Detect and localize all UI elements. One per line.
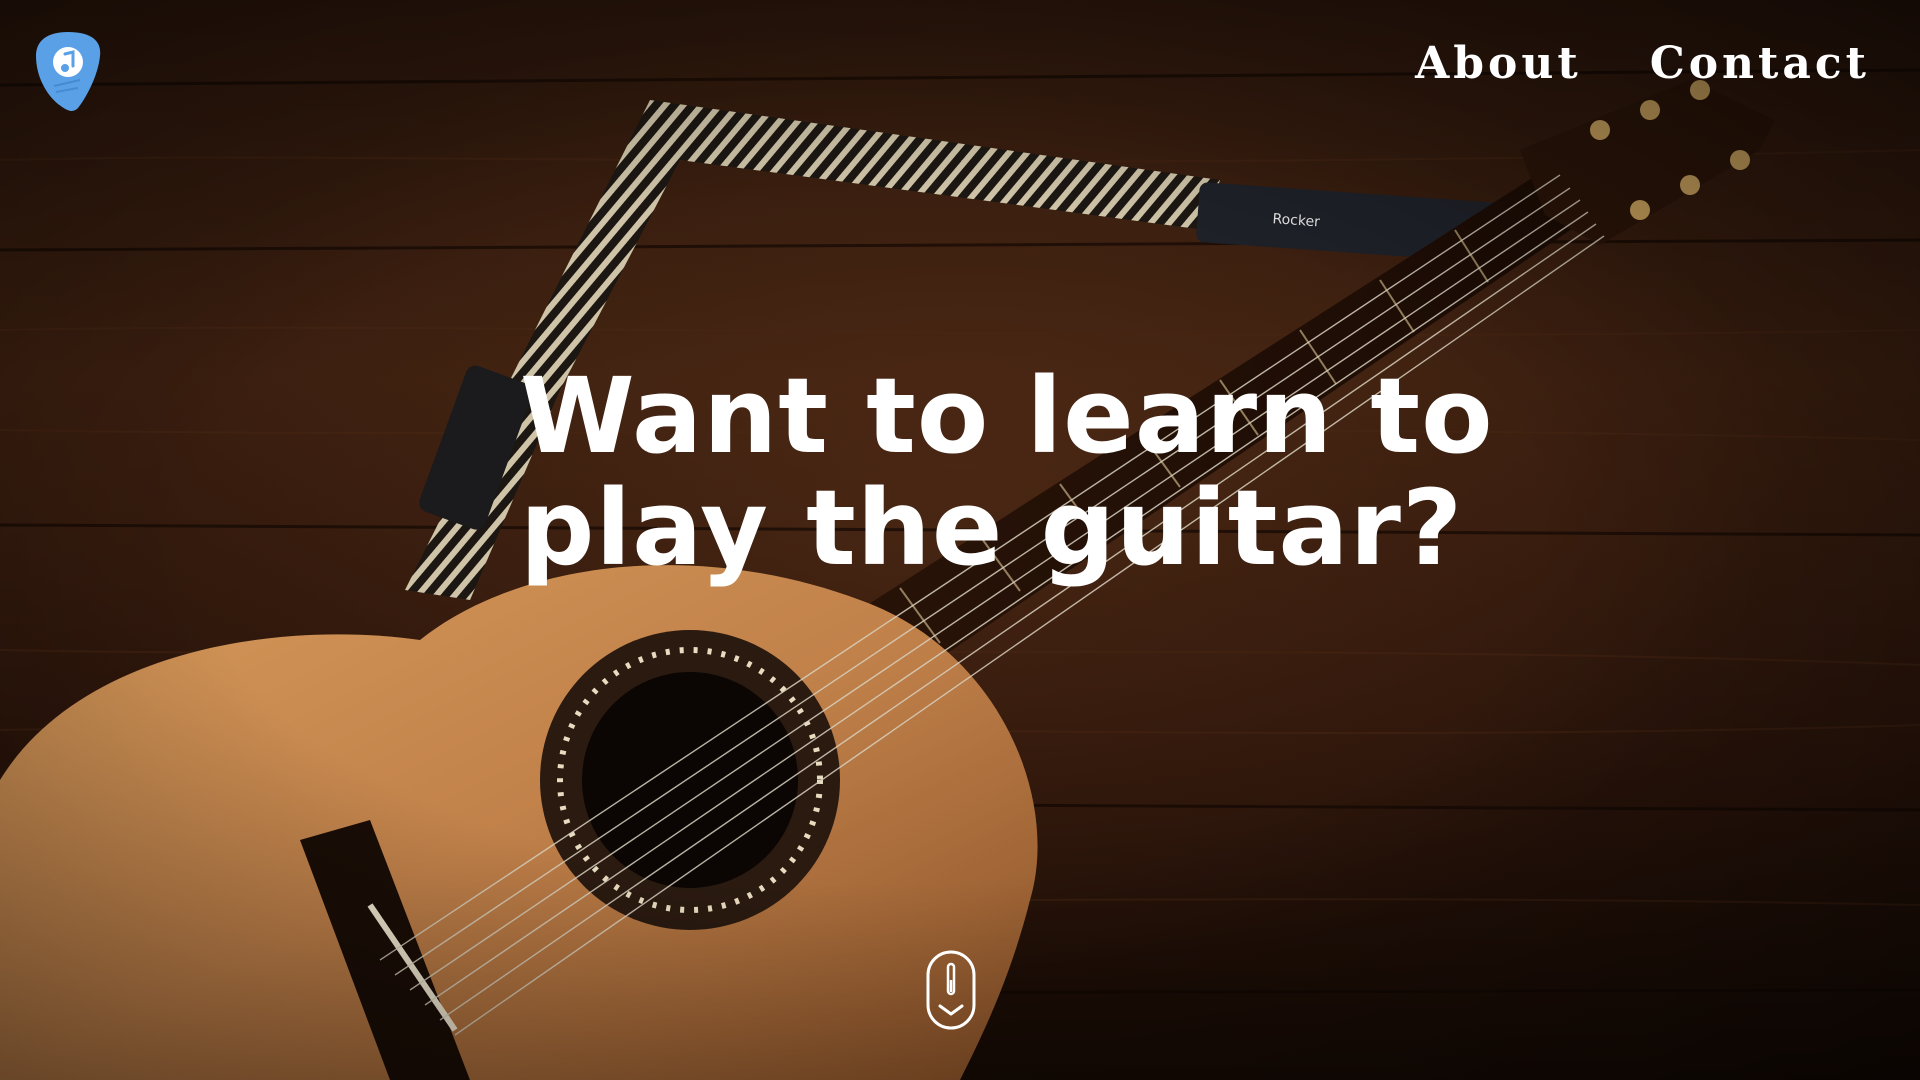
- hero-headline: Want to learn to play the guitar?: [520, 360, 1494, 584]
- top-nav: About Contact: [1415, 38, 1870, 89]
- hero-headline-line-1: Want to learn to: [520, 355, 1494, 477]
- guitar-pick-logo-icon[interactable]: [32, 28, 104, 112]
- hero-section: Rocker About Contact Want to learn to pl…: [0, 0, 1920, 1080]
- svg-text:Rocker: Rocker: [1272, 211, 1321, 230]
- mouse-scroll-down-icon[interactable]: [926, 950, 976, 1030]
- hero-headline-line-2: play the guitar?: [520, 467, 1464, 589]
- nav-about-link[interactable]: About: [1415, 38, 1582, 89]
- nav-contact-link[interactable]: Contact: [1650, 38, 1870, 89]
